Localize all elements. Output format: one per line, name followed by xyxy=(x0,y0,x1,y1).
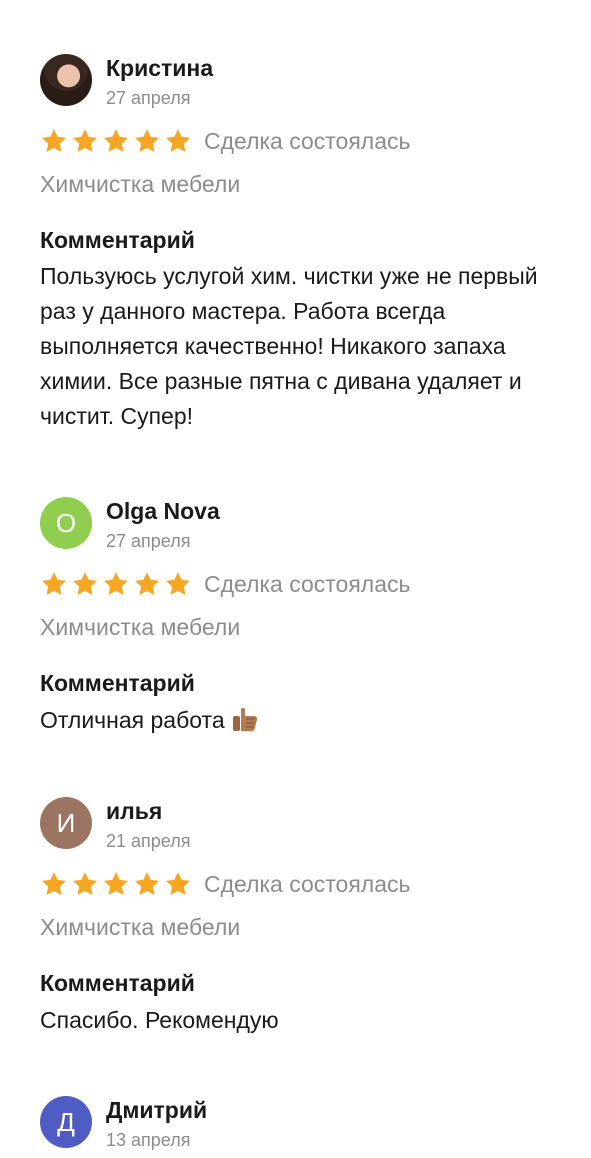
comment-label: Комментарий xyxy=(40,970,195,996)
star-icon xyxy=(165,129,191,152)
deal-status: Сделка состоялась xyxy=(204,128,411,154)
comment-body: Отличная работа xyxy=(40,707,225,733)
service-name: Химчистка мебели xyxy=(40,171,241,197)
review-author[interactable]: Кристина xyxy=(106,55,213,82)
review-date: 27 апреля xyxy=(106,531,191,551)
rating-stars xyxy=(40,570,192,598)
star-icon xyxy=(72,572,98,595)
comment-label: Комментарий xyxy=(40,227,195,253)
comment-text: Спасибо. Рекомендую xyxy=(40,1007,279,1033)
deal-status: Сделка состоялась xyxy=(204,871,411,897)
avatar[interactable]: Д xyxy=(40,1096,92,1148)
star-icon xyxy=(134,872,160,895)
review-date: 13 апреля xyxy=(106,1130,191,1150)
review-author[interactable]: илья xyxy=(106,798,162,825)
review-author[interactable]: Дмитрий xyxy=(106,1097,207,1124)
review-date: 21 апреля xyxy=(106,831,191,851)
thumbs-up-icon xyxy=(232,707,257,732)
star-icon xyxy=(103,129,129,152)
avatar-letter: Д xyxy=(57,1106,75,1137)
service-name: Химчистка мебели xyxy=(40,614,241,640)
comment-label: Комментарий xyxy=(40,670,195,696)
avatar[interactable]: O xyxy=(40,497,92,549)
star-icon xyxy=(134,129,160,152)
star-icon xyxy=(103,572,129,595)
star-icon xyxy=(41,572,67,595)
review-card: Кристина 27 апреля Сделка состоялась Хим… xyxy=(0,0,591,470)
avatar[interactable]: И xyxy=(40,797,92,849)
star-icon xyxy=(72,129,98,152)
avatar[interactable] xyxy=(40,54,92,106)
review-author[interactable]: Olga Nova xyxy=(106,498,220,525)
rating-stars xyxy=(40,870,192,898)
rating-stars xyxy=(40,127,192,155)
avatar-letter: И xyxy=(56,807,76,838)
star-icon xyxy=(41,129,67,152)
deal-status: Сделка состоялась xyxy=(204,571,411,597)
star-icon xyxy=(134,572,160,595)
star-icon xyxy=(165,572,191,595)
star-icon xyxy=(165,872,191,895)
star-icon xyxy=(41,872,67,895)
comment-text: Отличная работа xyxy=(40,703,560,738)
star-icon xyxy=(72,872,98,895)
service-name: Химчистка мебели xyxy=(40,914,241,940)
comment-text: Пользуюсь услугой хим. чистки уже не пер… xyxy=(40,263,538,429)
review-date: 27 апреля xyxy=(106,88,191,108)
star-icon xyxy=(103,872,129,895)
avatar-letter: O xyxy=(55,507,77,538)
